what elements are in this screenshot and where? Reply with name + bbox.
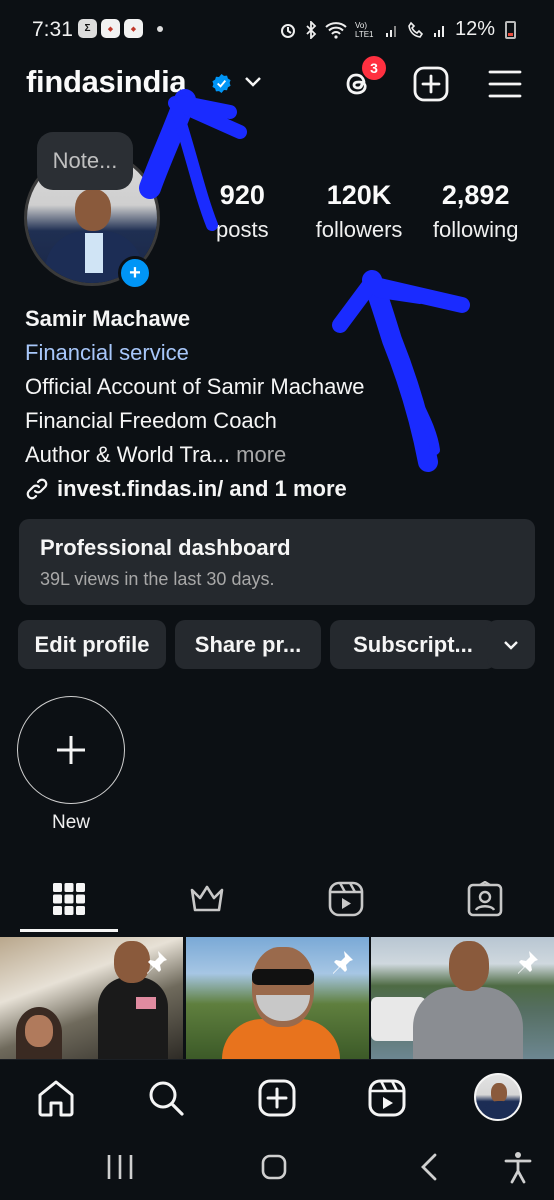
- profile-name: Samir Machawe: [25, 306, 191, 331]
- link-icon: [26, 478, 48, 500]
- edit-profile-button[interactable]: Edit profile: [18, 620, 166, 669]
- active-tab-indicator: [20, 929, 118, 932]
- profile-bio: Samir Machawe Financial service Official…: [25, 302, 365, 506]
- bluetooth-icon: [306, 20, 317, 39]
- professional-dashboard[interactable]: Professional dashboard 39L views in the …: [19, 519, 535, 605]
- stat-label: posts: [216, 217, 269, 242]
- post-grid: [0, 937, 554, 1059]
- stat-value: 920: [219, 180, 265, 210]
- create-post-icon[interactable]: [257, 1078, 297, 1118]
- bio-line: Financial Freedom Coach: [25, 408, 277, 433]
- tab-reels[interactable]: [298, 866, 394, 932]
- tab-tagged[interactable]: [437, 866, 533, 932]
- status-indicators: Vo) LTE1 12%: [279, 18, 516, 41]
- stat-value: 120K: [326, 180, 392, 210]
- search-icon[interactable]: [146, 1078, 186, 1118]
- stat-posts[interactable]: 920 posts: [184, 180, 301, 243]
- app-notification-icon: ◆: [124, 19, 143, 38]
- battery-icon: [505, 20, 516, 39]
- share-profile-button[interactable]: Share pr...: [175, 620, 321, 669]
- add-post-icon[interactable]: [413, 66, 449, 102]
- note-bubble[interactable]: Note...: [37, 132, 133, 190]
- chevron-down-icon: [504, 640, 518, 650]
- profile-nav-avatar[interactable]: [474, 1073, 522, 1121]
- bio-link[interactable]: invest.findas.in/ and 1 more: [25, 472, 365, 506]
- annotation-arrow-head-username: [168, 95, 247, 139]
- notification-icons: Σ ◆ ◆: [78, 19, 163, 38]
- home-button-icon[interactable]: [256, 1149, 292, 1185]
- home-icon[interactable]: [36, 1078, 76, 1118]
- profile-category[interactable]: Financial service: [25, 336, 365, 370]
- alarm-icon: [280, 23, 295, 38]
- annotation-arrow-followers: [362, 270, 438, 472]
- app-notification-icon: ◆: [101, 19, 120, 38]
- recent-apps-icon[interactable]: [102, 1149, 138, 1185]
- accessibility-icon[interactable]: [500, 1149, 536, 1185]
- discover-people-button[interactable]: [487, 620, 535, 669]
- profile-stats: 920 posts 120K followers 2,892 following: [184, 180, 534, 243]
- add-story-plus-icon[interactable]: +: [118, 256, 152, 290]
- more-notifications-dot-icon: [157, 25, 163, 32]
- reels-nav-icon[interactable]: [367, 1078, 407, 1118]
- new-highlight-label: New: [51, 812, 90, 833]
- status-bar: 7:31 Σ ◆ ◆ Vo) LTE1 12%: [0, 0, 554, 60]
- call-icon: [408, 21, 423, 38]
- tagged-icon: [467, 881, 503, 917]
- grid-icon: [53, 883, 85, 915]
- stat-followers[interactable]: 120K followers: [301, 180, 418, 243]
- reels-icon: [328, 881, 364, 917]
- network-label: Vo) LTE1: [354, 20, 374, 39]
- new-highlight-button[interactable]: [17, 696, 125, 804]
- bio-link-text: invest.findas.in/ and 1 more: [57, 476, 347, 501]
- dashboard-subtitle: 39L views in the last 30 days.: [40, 569, 275, 589]
- post-thumbnail[interactable]: [0, 937, 183, 1059]
- bio-line: Official Account of Samir Machawe: [25, 374, 365, 399]
- pin-icon: [518, 951, 538, 974]
- battery-percent: 12%: [454, 18, 495, 40]
- account-username[interactable]: findasindia: [26, 64, 187, 100]
- annotation-stroke-followers: [407, 385, 440, 455]
- signal-icon: [385, 25, 396, 37]
- back-icon[interactable]: [412, 1149, 448, 1185]
- stat-label: followers: [315, 217, 403, 242]
- sigma-app-icon: Σ: [78, 19, 97, 38]
- stat-value: 2,892: [441, 180, 510, 210]
- tab-subscriptions[interactable]: [159, 866, 255, 932]
- crown-icon: [190, 885, 224, 912]
- subscriptions-button[interactable]: Subscript...: [330, 620, 496, 669]
- threads-notification-badge: 3: [360, 54, 388, 82]
- bio-line-truncated: Author & World Tra... more: [25, 438, 365, 472]
- profile-tabs: [0, 866, 554, 932]
- dashboard-title: Professional dashboard: [40, 535, 291, 560]
- post-thumbnail[interactable]: [186, 937, 369, 1059]
- menu-icon[interactable]: [487, 66, 523, 102]
- stat-label: following: [432, 217, 519, 242]
- pin-icon: [147, 951, 167, 974]
- bio-more-link[interactable]: more: [236, 442, 286, 467]
- tab-grid[interactable]: [21, 866, 117, 932]
- bottom-navigation: [0, 1059, 554, 1135]
- chevron-down-icon[interactable]: [243, 75, 263, 89]
- wifi-icon: [325, 21, 347, 39]
- system-navigation: [0, 1135, 554, 1200]
- stat-following[interactable]: 2,892 following: [417, 180, 534, 243]
- bio-truncated-text: Author & World Tra...: [25, 442, 231, 467]
- plus-icon: [57, 736, 85, 764]
- signal-2-icon: [433, 25, 444, 37]
- verified-badge-icon: [212, 73, 231, 94]
- status-time: 7:31: [32, 18, 73, 41]
- pin-icon: [333, 951, 353, 974]
- post-thumbnail[interactable]: [371, 937, 554, 1059]
